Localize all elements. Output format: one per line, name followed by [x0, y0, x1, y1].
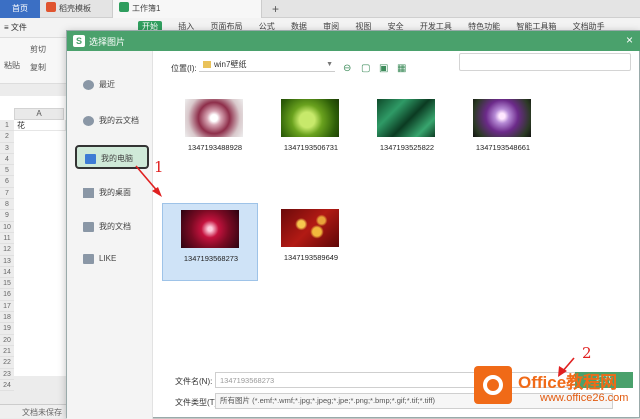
watermark-url: www.office26.com — [540, 392, 629, 404]
annotation-step-1: 1 — [154, 158, 164, 176]
office-tutorial-watermark: Office教程网 www.office26.com — [474, 366, 634, 412]
annotation-overlay — [135, 165, 575, 377]
watermark-brand: Office教程网 — [518, 373, 618, 392]
office-logo-icon — [474, 366, 512, 404]
arrow-1-head — [152, 187, 162, 197]
annotation-step-2: 2 — [582, 344, 592, 362]
